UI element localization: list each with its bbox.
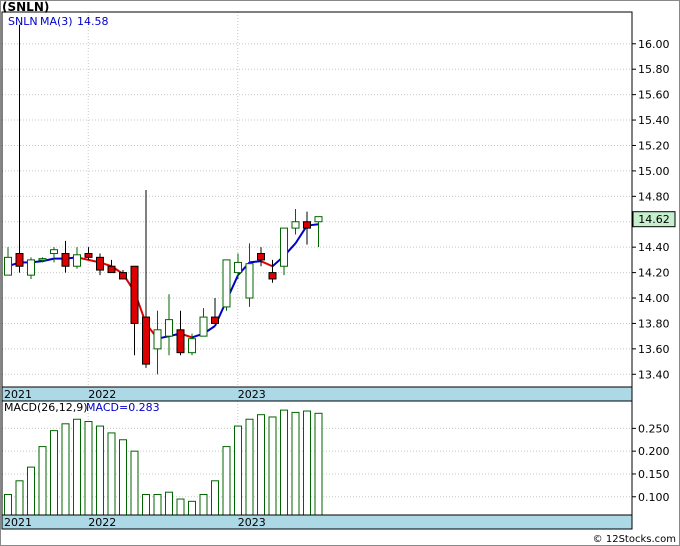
candle-up [38, 258, 47, 261]
macd-bar [314, 412, 323, 516]
macd-bar [96, 425, 104, 516]
candle-down [119, 272, 127, 280]
candle-down [15, 253, 24, 267]
price-tick-label: 13.40 [638, 368, 670, 381]
last-price-tag: 14.62 [632, 211, 676, 228]
price-tick-label: 14.40 [638, 241, 670, 254]
year-label: 2021 [4, 388, 32, 401]
macd-bar [257, 414, 265, 516]
ma-segment [249, 260, 262, 264]
macd-bar [188, 500, 196, 516]
candle-up [188, 338, 196, 354]
candle-up [280, 227, 288, 267]
candle-up [165, 319, 173, 337]
price-tick-label: 15.40 [638, 114, 670, 127]
ma-segment [260, 260, 273, 268]
ma-legend-value: 14.58 [77, 15, 109, 28]
macd-bar [176, 498, 185, 516]
macd-legend-value: MACD=0.283 [86, 401, 160, 414]
macd-bar [61, 423, 70, 516]
stock-chart: 2021 2021 2022 2022 2023 2023 16.00 15.80 15.60… [0, 0, 680, 546]
candle-down [303, 221, 311, 229]
year-label: 2022 [88, 388, 116, 401]
macd-legend-label: MACD(26,12,9) [4, 401, 88, 414]
macd-bar [153, 493, 162, 516]
price-tick-label: 13.60 [638, 343, 670, 356]
price-tick-label: 16.00 [638, 38, 670, 51]
macd-bar [199, 493, 208, 516]
year-label: 2023 [238, 388, 266, 401]
macd-bar [107, 432, 116, 516]
macd-bar [211, 480, 219, 516]
macd-bar [268, 416, 277, 516]
price-tick-label: 14.80 [638, 190, 670, 203]
macd-bar [73, 418, 81, 516]
ma-legend-label: MA(3) [40, 15, 73, 28]
candle-up [27, 259, 35, 276]
price-tick-label: 15.80 [638, 63, 670, 76]
macd-tick-label: 0.100 [638, 491, 670, 504]
price-tick-label: 15.60 [638, 89, 670, 102]
ma-line [7, 223, 319, 340]
candle-down [211, 316, 219, 324]
macd-bar [280, 409, 288, 516]
year-label: 2022 [88, 516, 116, 529]
candle-up [222, 259, 231, 308]
macd-bar [15, 480, 24, 516]
candle-down [176, 329, 185, 354]
candle-down [268, 272, 277, 280]
macd-tick-label: 0.250 [638, 422, 670, 435]
candle-down [96, 256, 104, 271]
macd-tick-label: 0.200 [638, 445, 670, 458]
candle-up [199, 316, 208, 337]
last-price-value: 14.62 [638, 213, 670, 226]
chart-title: (SNLN) [2, 0, 50, 14]
candle-down [84, 253, 93, 258]
candle-down [142, 316, 150, 365]
macd-bar [142, 493, 150, 516]
macd-bar [4, 493, 12, 516]
macd-bar [303, 410, 311, 516]
price-tick-label: 15.00 [638, 165, 670, 178]
candle-down [61, 253, 70, 267]
candle-up [4, 256, 12, 276]
ticker-legend: SNLN [8, 15, 38, 28]
macd-bar [119, 439, 127, 516]
candle-down [107, 265, 116, 274]
candle-up [245, 263, 254, 299]
candle-up [314, 216, 323, 223]
candle-up [73, 254, 81, 267]
macd-bar [130, 450, 139, 516]
macd-bars [4, 409, 323, 516]
macd-bar [234, 425, 242, 516]
candle-up [291, 221, 300, 229]
candle-up [234, 261, 242, 274]
candles [4, 24, 323, 375]
candle-up [50, 249, 58, 255]
price-tick-label: 14.00 [638, 292, 670, 305]
watermark: © 12Stocks.com [592, 534, 676, 545]
price-panel-frame [1, 11, 633, 388]
year-label: 2021 [4, 516, 32, 529]
macd-bar [50, 430, 58, 516]
candle-down [130, 265, 139, 324]
macd-tick-label: 0.150 [638, 468, 670, 481]
macd-bar [165, 491, 173, 516]
macd-bar [84, 421, 93, 516]
price-tick-label: 14.20 [638, 267, 670, 280]
year-label: 2023 [238, 516, 266, 529]
candle-up [153, 329, 162, 350]
price-tick-label: 15.20 [638, 139, 670, 152]
candle-down [257, 253, 265, 261]
macd-bar [291, 411, 300, 516]
macd-bar [222, 446, 231, 516]
price-tick-label: 13.80 [638, 317, 670, 330]
macd-bar [27, 466, 35, 516]
macd-bar [245, 418, 254, 516]
macd-bar [38, 446, 47, 516]
